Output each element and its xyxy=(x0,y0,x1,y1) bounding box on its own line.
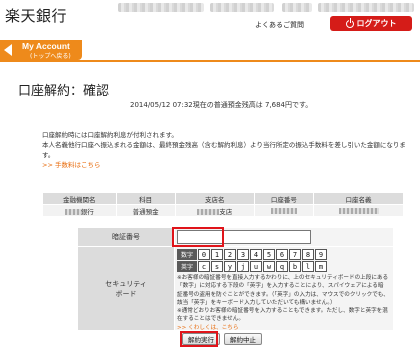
faq-link[interactable]: よくあるご質問 xyxy=(255,20,304,30)
redacted-text xyxy=(118,3,204,12)
my-account-subtitle: (トップへ戻る) xyxy=(30,53,71,60)
digit-key: 6 xyxy=(276,249,288,260)
account-table: 金融機関名 科目 支店名 口座番号 口座名義 銀行 普通預金 支店 xyxy=(42,192,404,217)
redacted-text xyxy=(270,207,297,214)
letter-key[interactable]: b xyxy=(289,261,301,272)
my-account-button[interactable]: My Account (トップへ戻る) xyxy=(0,40,82,60)
digit-key: 0 xyxy=(198,249,210,260)
letter-key[interactable]: l xyxy=(302,261,314,272)
letter-key[interactable]: q xyxy=(276,261,288,272)
header: 楽天銀行 よくあるご質問 ログアウト xyxy=(0,0,420,40)
fee-link[interactable]: >> 手数料はこちら xyxy=(42,160,412,170)
letter-key[interactable]: s xyxy=(211,261,223,272)
digit-key: 8 xyxy=(302,249,314,260)
security-board: 数字 0 1 2 3 4 5 6 7 8 9 英字 c s y j u w q … xyxy=(175,247,393,332)
logout-label: ログアウト xyxy=(356,19,397,28)
balance-line: 2014/05/12 07:32現在の普通預金残高は 7,684円です。 xyxy=(130,101,313,109)
column-header: 金融機関名 xyxy=(42,192,117,205)
account-type-cell: 普通預金 xyxy=(115,204,176,217)
letters-row-label: 英字 xyxy=(177,261,197,272)
digit-key: 1 xyxy=(211,249,223,260)
security-help-1: ※お客様の暗証番号を直接入力するかわりに、上のセキュリティボードの上段にある「数… xyxy=(177,275,389,306)
column-header: 口座番号 xyxy=(253,192,315,205)
letter-key[interactable]: u xyxy=(250,261,262,272)
redacted-text xyxy=(338,207,379,214)
redacted-text xyxy=(318,3,414,12)
redacted-text xyxy=(282,3,312,12)
digits-row-label: 数字 xyxy=(177,249,197,260)
digit-key: 2 xyxy=(224,249,236,260)
page-title: 口座解約：確認 xyxy=(18,84,110,99)
column-header: 支店名 xyxy=(174,192,255,205)
notice: 口座解約時には口座解約利息が付利されます。 本人名義他行口座へ振込まれる金額は、… xyxy=(42,130,412,170)
notice-line-1: 口座解約時には口座解約利息が付利されます。 xyxy=(42,131,178,139)
brand-logo[interactable]: 楽天銀行 xyxy=(5,5,67,26)
digits-row: 数字 0 1 2 3 4 5 6 7 8 9 xyxy=(177,249,328,260)
notice-line-2: 本人名義他行口座へ振込まれる金額は、最終預金残高（含む解約利息）より当行所定の振… xyxy=(42,141,406,159)
power-icon xyxy=(345,17,354,28)
my-account-title: My Account xyxy=(22,41,70,51)
redacted-text xyxy=(64,208,81,215)
digit-key: 4 xyxy=(250,249,262,260)
digit-key: 7 xyxy=(289,249,301,260)
account-holder-cell xyxy=(313,204,404,217)
account-number-cell xyxy=(253,204,315,217)
digit-key: 5 xyxy=(263,249,275,260)
letter-key[interactable]: w xyxy=(263,261,275,272)
redacted-text xyxy=(210,3,274,12)
logout-button[interactable]: ログアウト xyxy=(330,16,412,31)
digit-key: 9 xyxy=(315,249,327,260)
pin-label: 暗証番号 xyxy=(78,228,174,246)
letter-key[interactable]: c xyxy=(198,261,210,272)
confirm-form: 暗証番号 セキュリティ ボード 数字 0 1 2 3 4 5 6 7 8 9 英字… xyxy=(78,228,393,332)
branch-cell: 支店 xyxy=(174,204,255,217)
table-header-row: 金融機関名 科目 支店名 口座番号 口座名義 xyxy=(42,192,404,205)
table-row: 銀行 普通預金 支店 xyxy=(42,204,404,217)
highlight-pin xyxy=(172,227,224,247)
security-help-2: ※通常どおりお客様の暗証番号を入力することもできます。ただし、数字と英字を混在す… xyxy=(177,308,388,323)
back-arrow-icon xyxy=(4,44,12,56)
highlight-execute xyxy=(180,331,218,347)
digit-key: 3 xyxy=(237,249,249,260)
security-board-label: セキュリティ ボード xyxy=(78,247,174,330)
column-header: 科目 xyxy=(115,192,176,205)
letter-key[interactable]: y xyxy=(224,261,236,272)
column-header: 口座名義 xyxy=(313,192,404,205)
letters-row: 英字 c s y j u w q b l m xyxy=(177,261,328,272)
cancel-button[interactable]: 解約中止 xyxy=(224,333,262,345)
header-divider xyxy=(0,60,420,62)
letter-key[interactable]: m xyxy=(315,261,327,272)
letter-key[interactable]: j xyxy=(237,261,249,272)
redacted-text xyxy=(197,208,220,215)
security-help: ※お客様の暗証番号を直接入力するかわりに、上のセキュリティボードの上段にある「数… xyxy=(177,274,389,332)
bank-name-cell: 銀行 xyxy=(42,204,117,217)
